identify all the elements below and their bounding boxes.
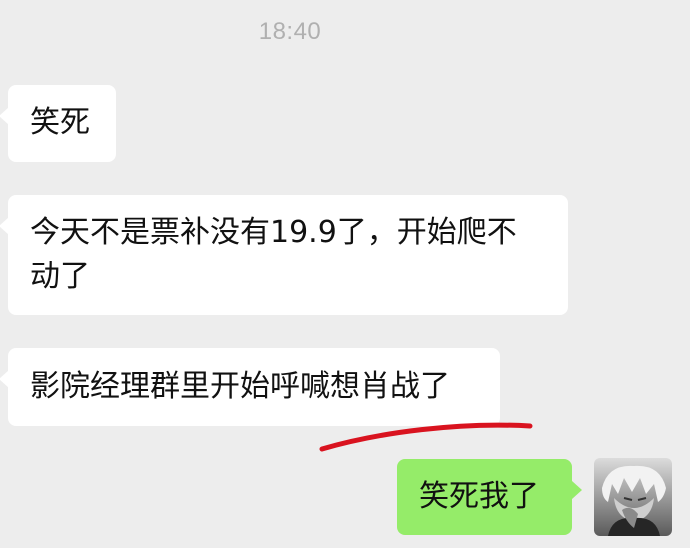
message-text: 今天不是票补没有19.9了，开始爬不动了 (30, 215, 517, 294)
avatar-image (594, 458, 672, 536)
incoming-message-bubble[interactable]: 今天不是票补没有19.9了，开始爬不动了 (0, 195, 568, 315)
message-text: 影院经理群里开始呼喊想肖战了 (30, 369, 450, 404)
message-text: 笑死 (30, 105, 90, 140)
incoming-message-bubble[interactable]: 笑死 (0, 85, 116, 162)
incoming-message-bubble[interactable]: 影院经理群里开始呼喊想肖战了 (0, 348, 500, 426)
message-text: 笑死我了 (419, 479, 539, 514)
message-timestamp: 18:40 (258, 18, 322, 45)
outgoing-message-bubble[interactable]: 笑死我了 (397, 459, 582, 535)
user-avatar[interactable] (594, 458, 672, 536)
